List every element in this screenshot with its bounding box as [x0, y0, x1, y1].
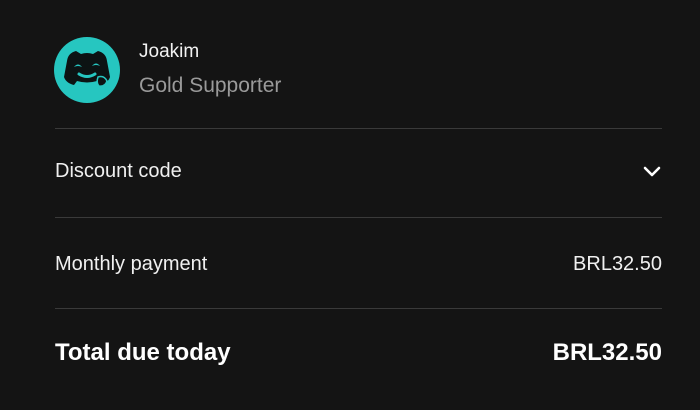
avatar	[54, 37, 120, 103]
smiling-face-icon	[64, 51, 110, 87]
cropped-heading-fragment	[185, 0, 245, 6]
member-info: Joakim Gold Supporter	[54, 37, 674, 103]
total-due-label: Total due today	[55, 339, 231, 366]
discount-code-toggle[interactable]: Discount code	[40, 140, 676, 202]
divider	[55, 308, 662, 309]
divider	[55, 217, 662, 218]
monthly-payment-label: Monthly payment	[55, 253, 208, 275]
total-due-amount: BRL32.50	[552, 339, 662, 366]
divider	[55, 128, 662, 129]
order-summary-panel: Joakim Gold Supporter Discount code Mont…	[0, 0, 700, 410]
member-tier: Gold Supporter	[139, 74, 282, 97]
discount-code-label: Discount code	[55, 160, 182, 182]
monthly-payment-amount: BRL32.50	[573, 253, 662, 275]
member-name: Joakim	[139, 41, 200, 62]
chevron-down-icon[interactable]	[641, 161, 663, 183]
